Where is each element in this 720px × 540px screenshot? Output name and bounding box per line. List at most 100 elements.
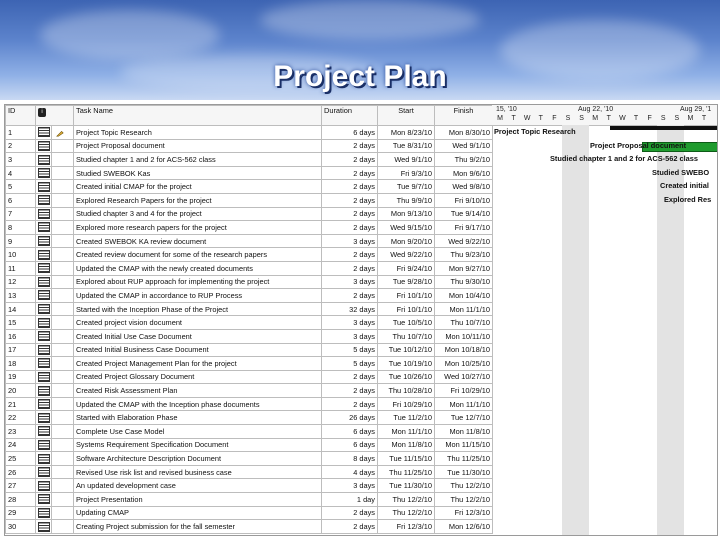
task-duration[interactable]: 2 days (321, 369, 378, 385)
task-name[interactable]: Created SWEBOK KA review document (73, 233, 322, 249)
table-row[interactable]: 12 Explored about RUP approach for implem… (5, 274, 493, 290)
task-duration[interactable]: 2 days (321, 220, 378, 235)
task-name[interactable]: Project Presentation (73, 492, 322, 507)
task-duration[interactable]: 3 days (321, 274, 378, 290)
task-start[interactable]: Tue 10/5/10 (377, 315, 435, 330)
task-finish[interactable]: Thu 12/2/10 (434, 492, 493, 507)
task-finish[interactable]: Mon 8/30/10 (434, 125, 493, 140)
task-start[interactable]: Thu 12/2/10 (377, 505, 435, 521)
table-row[interactable]: 21 Updated the CMAP with the Inception ph… (5, 396, 493, 412)
task-name[interactable]: Created initial CMAP for the project (73, 179, 322, 194)
task-finish[interactable]: Mon 10/18/10 (434, 342, 493, 358)
task-name[interactable]: Project Proposal document (73, 138, 322, 154)
task-name[interactable]: Created Initial Business Case Document (73, 342, 322, 358)
task-duration[interactable]: 32 days (321, 301, 378, 317)
table-row[interactable]: 22 Started with Elaboration Phase 26 days T… (5, 410, 493, 426)
task-name[interactable]: Created review document for some of the … (73, 247, 322, 262)
task-duration[interactable]: 2 days (321, 260, 378, 276)
task-name[interactable]: Software Architecture Description Docume… (73, 451, 322, 466)
table-row[interactable]: 2 Project Proposal document 2 days Tue 8/31… (5, 138, 493, 154)
task-duration[interactable]: 3 days (321, 328, 378, 344)
table-row[interactable]: 13 Updated the CMAP in accordance to RUP … (5, 288, 493, 303)
task-start[interactable]: Thu 10/7/10 (377, 328, 435, 344)
task-start[interactable]: Tue 9/7/10 (377, 179, 435, 194)
task-start[interactable]: Tue 10/12/10 (377, 342, 435, 358)
task-name[interactable]: Updated the CMAP with the Inception phas… (73, 396, 322, 412)
task-finish[interactable]: Mon 11/1/10 (434, 396, 493, 412)
task-duration[interactable]: 4 days (321, 464, 378, 480)
task-start[interactable]: Mon 9/13/10 (377, 206, 435, 222)
task-duration[interactable]: 2 days (321, 138, 378, 154)
task-duration[interactable]: 6 days (321, 424, 378, 439)
task-name[interactable]: Explored Research Papers for the project (73, 192, 322, 208)
task-duration[interactable]: 1 day (321, 492, 378, 507)
task-start[interactable]: Fri 9/3/10 (377, 165, 435, 181)
table-row[interactable]: 27 An updated development case 3 days Tue 1… (5, 478, 493, 494)
task-duration[interactable]: 2 days (321, 165, 378, 181)
task-start[interactable]: Wed 9/15/10 (377, 220, 435, 235)
task-name[interactable]: Explored about RUP approach for implemen… (73, 274, 322, 290)
task-start[interactable]: Thu 9/9/10 (377, 192, 435, 208)
task-duration[interactable]: 2 days (321, 505, 378, 521)
task-finish[interactable]: Fri 10/29/10 (434, 383, 493, 398)
table-row[interactable]: 29 Updating CMAP 2 days Thu 12/2/10 Fri 12/3… (5, 505, 493, 521)
task-start[interactable]: Mon 9/20/10 (377, 233, 435, 249)
task-start[interactable]: Fri 10/1/10 (377, 301, 435, 317)
task-name[interactable]: Revised Use risk list and revised busine… (73, 464, 322, 480)
table-row[interactable]: 17 Created Initial Business Case Document… (5, 342, 493, 358)
task-name[interactable]: Studied chapter 3 and 4 for the project (73, 206, 322, 222)
task-name[interactable]: Complete Use Case Model (73, 424, 322, 439)
task-name[interactable]: Created Initial Use Case Document (73, 328, 322, 344)
task-name[interactable]: Systems Requirement Specification Docume… (73, 437, 322, 453)
task-finish[interactable]: Tue 11/30/10 (434, 464, 493, 480)
table-row[interactable]: 10 Created review document for some of th… (5, 247, 493, 262)
task-finish[interactable]: Fri 12/3/10 (434, 505, 493, 521)
task-finish[interactable]: Mon 11/1/10 (434, 301, 493, 317)
table-row[interactable]: 16 Created Initial Use Case Document 3 day… (5, 328, 493, 344)
col-duration-header[interactable]: Duration (321, 105, 378, 126)
task-name[interactable]: Created project vision document (73, 315, 322, 330)
task-duration[interactable]: 2 days (321, 383, 378, 398)
task-name[interactable]: Explored more research papers for the pr… (73, 220, 322, 235)
task-duration[interactable]: 2 days (321, 288, 378, 303)
task-name[interactable]: An updated development case (73, 478, 322, 494)
task-duration[interactable]: 5 days (321, 342, 378, 358)
task-finish[interactable]: Wed 9/1/10 (434, 138, 493, 154)
task-name[interactable]: Creating Project submission for the fall… (73, 519, 322, 534)
task-finish[interactable]: Mon 12/6/10 (434, 519, 493, 534)
task-start[interactable]: Tue 10/19/10 (377, 356, 435, 371)
table-row[interactable]: 25 Software Architecture Description Docu… (5, 451, 493, 466)
table-row[interactable]: 11 Updated the CMAP with the newly create… (5, 260, 493, 276)
task-finish[interactable]: Wed 9/8/10 (434, 179, 493, 194)
task-name[interactable]: Started with Elaboration Phase (73, 410, 322, 426)
task-duration[interactable]: 6 days (321, 437, 378, 453)
task-name[interactable]: Updated the CMAP in accordance to RUP Pr… (73, 288, 322, 303)
task-name[interactable]: Created Project Management Plan for the … (73, 356, 322, 371)
task-duration[interactable]: 8 days (321, 451, 378, 466)
col-info-header[interactable]: i (35, 105, 74, 126)
table-row[interactable]: 7 Studied chapter 3 and 4 for the project… (5, 206, 493, 222)
task-finish[interactable]: Mon 10/4/10 (434, 288, 493, 303)
task-name[interactable]: Project Topic Research (73, 125, 322, 140)
table-row[interactable]: 15 Created project vision document 3 days T… (5, 315, 493, 330)
task-finish[interactable]: Fri 9/17/10 (434, 220, 493, 235)
task-finish[interactable]: Thu 12/2/10 (434, 478, 493, 494)
table-row[interactable]: 6 Explored Research Papers for the projec… (5, 192, 493, 208)
task-start[interactable]: Thu 12/2/10 (377, 492, 435, 507)
task-duration[interactable]: 3 days (321, 478, 378, 494)
task-start[interactable]: Fri 9/24/10 (377, 260, 435, 276)
task-finish[interactable]: Mon 10/25/10 (434, 356, 493, 371)
col-task-header[interactable]: Task Name (73, 105, 322, 126)
task-finish[interactable]: Mon 9/6/10 (434, 165, 493, 181)
task-start[interactable]: Wed 9/1/10 (377, 152, 435, 167)
table-row[interactable]: 26 Revised Use risk list and revised busi… (5, 464, 493, 480)
table-row[interactable]: 8 Explored more research papers for the p… (5, 220, 493, 235)
task-duration[interactable]: 2 days (321, 519, 378, 534)
task-name[interactable]: Studied chapter 1 and 2 for ACS-562 clas… (73, 152, 322, 167)
task-finish[interactable]: Fri 9/10/10 (434, 192, 493, 208)
col-id-header[interactable]: ID (5, 105, 36, 126)
task-name[interactable]: Created Project Glossary Document (73, 369, 322, 385)
task-duration[interactable]: 2 days (321, 179, 378, 194)
task-start[interactable]: Fri 10/29/10 (377, 396, 435, 412)
task-finish[interactable]: Mon 9/27/10 (434, 260, 493, 276)
